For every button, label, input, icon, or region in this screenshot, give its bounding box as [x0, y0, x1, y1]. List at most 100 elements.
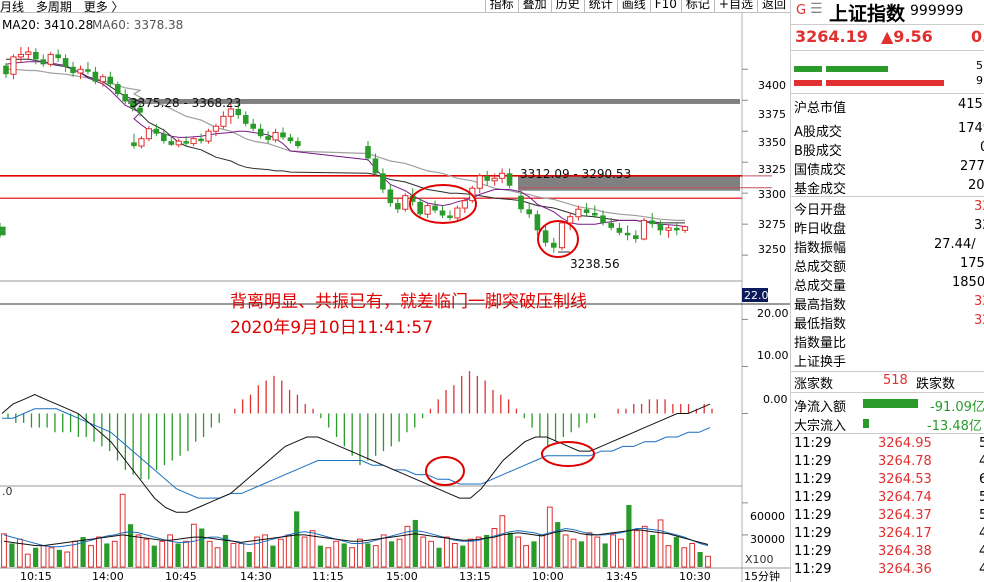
candle-body-down: [633, 235, 639, 240]
volume-bar-up: [546, 506, 553, 568]
stat-value: 32: [974, 199, 984, 214]
tick-volume: 4: [979, 454, 984, 469]
block-inflow-value: -13.48亿: [927, 419, 982, 434]
candle-body-down: [153, 128, 160, 134]
history-button[interactable]: 历史: [550, 0, 584, 12]
volume-bar-up: [135, 534, 142, 568]
quote-header: G ☰ 上证指数 999999: [791, 0, 984, 25]
candle-body-down: [583, 209, 590, 213]
last-price: 3264.19: [795, 27, 868, 46]
menu-icon[interactable]: ☰: [810, 1, 823, 17]
volume-label: .0: [2, 485, 13, 498]
kline-chart[interactable]: MA20: 3410.28 MA60: 3378.38 3400 3375 33…: [0, 13, 790, 582]
candle-body-up: [138, 138, 145, 147]
candle-body-up: [558, 222, 566, 249]
indicator-button[interactable]: 指标: [484, 0, 518, 12]
range-label-2: 3312.09 - 3290.53: [520, 167, 631, 181]
candle-body-up: [47, 53, 54, 65]
volume-bar-up: [214, 547, 221, 568]
back-button[interactable]: 返回: [756, 0, 790, 12]
tick-time: 11:29: [794, 472, 832, 487]
stat-row-low: 最低指数 32: [794, 313, 984, 332]
stat-label: 昨日收盘: [794, 222, 847, 237]
range-label-1: 3375.28 - 3368.23: [130, 96, 241, 110]
stat-row-b-shares: B股成交 0: [794, 140, 984, 159]
candle-body-down: [447, 215, 453, 218]
volume-bar-up: [190, 523, 197, 568]
candle-body-up: [665, 227, 672, 231]
candle-body-up: [567, 216, 574, 224]
period-more[interactable]: 更多 〉: [84, 0, 124, 14]
volume-bar-up: [499, 515, 506, 568]
candle-body-down: [534, 214, 541, 231]
volume-bar-up: [562, 534, 569, 568]
comment-line-2: 2020年9月10日11:41:57: [230, 318, 433, 338]
volume-bar-down: [9, 543, 15, 567]
overlay-button[interactable]: 叠加: [517, 0, 551, 12]
time-tick-1430: 14:30: [240, 570, 272, 582]
volume-bar-down: [531, 541, 537, 567]
time-tick-1315: 13:15: [459, 570, 491, 582]
stat-row-bonds: 国债成交 2771: [794, 159, 984, 178]
stat-label: 总成交量: [794, 279, 847, 294]
period-15min-label[interactable]: 15分钟: [744, 569, 780, 582]
tick-list[interactable]: 11:29 3264.95 5 11:29 3264.78 4 11:29 3264.53…: [791, 435, 984, 582]
bar-green-large: [826, 66, 888, 72]
f10-button[interactable]: F10: [649, 0, 681, 12]
candle-body-up: [476, 175, 483, 189]
add-watchlist-button[interactable]: +自选: [713, 0, 757, 12]
stat-label: 总成交额: [794, 260, 847, 275]
tick-volume: 5: [979, 490, 984, 505]
flow-section: 净流入额 -91.09亿 大宗流入 -13.48亿: [791, 394, 984, 434]
macd-tick-20: 20.00: [757, 307, 789, 320]
chart-toolbar: 月线 多周期 更多 〉 指标 叠加 历史 统计 画线 F10 标记 +自选 返回: [0, 0, 790, 14]
tick-price: 3264.37: [878, 508, 932, 523]
volume-bar-up: [428, 540, 435, 568]
stat-row-market-cap: 沪总市值 415: [794, 97, 983, 116]
index-name: 上证指数: [829, 3, 906, 25]
stat-row-amplitude: 指数振幅 27.44/: [794, 237, 976, 256]
volume-bar-up: [657, 519, 664, 568]
volume-bar-up: [159, 540, 166, 568]
stat-row-a-shares: A股成交 1749: [794, 121, 984, 140]
mark-button[interactable]: 标记: [680, 0, 714, 12]
volume-bar-up: [88, 545, 94, 568]
candle-body-down: [265, 136, 271, 140]
volume-bar-up: [64, 551, 71, 568]
tick-price: 3264.78: [878, 454, 932, 469]
candle-body-down: [3, 65, 9, 75]
up-count-value: 518: [883, 373, 908, 388]
candle-body-down: [365, 146, 371, 159]
period-multi[interactable]: 多周期: [36, 0, 72, 14]
tick-volume: 4: [979, 562, 984, 577]
side-value-2: 9: [976, 74, 983, 87]
price-tick-3275: 3275: [758, 218, 786, 231]
volume-bar-up: [444, 536, 450, 568]
candle-body-up: [77, 68, 84, 74]
volume-bar-up: [40, 545, 47, 568]
candle-body-down: [624, 232, 631, 236]
bar-red-large: [826, 80, 944, 86]
bid-ask-bars: 5 9: [791, 52, 984, 94]
volume-bar-up: [48, 547, 55, 568]
volume-bar-up: [301, 536, 308, 568]
macd-tick-0: 0.00: [763, 393, 788, 406]
candle-body-up: [17, 53, 24, 58]
stat-row-high: 最高指数 32: [794, 294, 984, 313]
stat-label: 指数量比: [794, 336, 847, 351]
volume-bar-up: [24, 553, 31, 568]
candle-body-up: [424, 205, 431, 215]
candle-body-up: [99, 76, 106, 83]
tick-price: 3264.53: [878, 472, 932, 487]
down-count-label: 跌家数: [916, 377, 956, 392]
stat-label: 指数振幅: [794, 241, 847, 256]
price-tick-3250: 3250: [758, 243, 786, 256]
bar-green-small: [794, 66, 822, 72]
stat-row-funds: 基金成交 203: [794, 178, 984, 197]
toolbar-buttons: 指标 叠加 历史 统计 画线 F10 标记 +自选 返回: [484, 0, 790, 12]
candle-body-up: [145, 128, 153, 140]
candle-body-up: [402, 195, 409, 210]
period-monthly[interactable]: 月线: [0, 0, 24, 14]
draw-line-button[interactable]: 画线: [616, 0, 650, 12]
stats-button[interactable]: 统计: [583, 0, 617, 12]
